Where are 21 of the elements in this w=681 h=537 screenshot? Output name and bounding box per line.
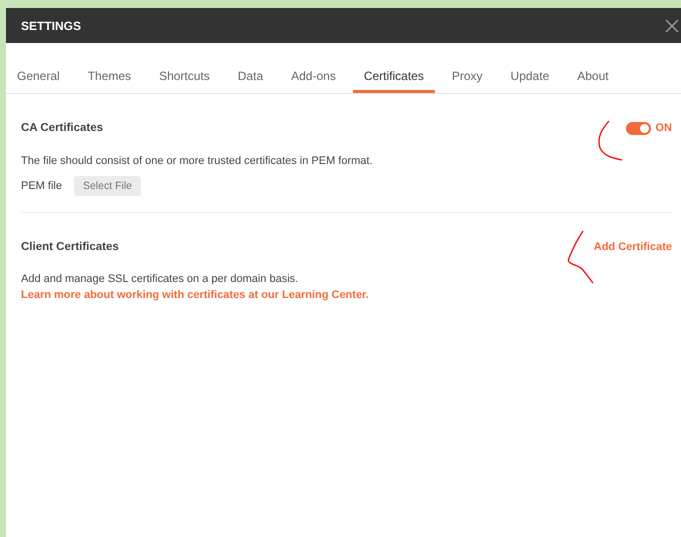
select-file-button[interactable]: Select File bbox=[74, 176, 141, 196]
add-certificate-link[interactable]: Add Certificate bbox=[594, 241, 672, 253]
tab[interactable]: Update bbox=[500, 63, 560, 93]
description: The file should consist of one or more trusted certificates in PEM format. bbox=[21, 155, 374, 167]
tab[interactable]: Add-ons bbox=[280, 63, 347, 93]
tab[interactable]: Proxy bbox=[440, 63, 494, 93]
close-icon[interactable] bbox=[665, 18, 679, 32]
field-label: PEM file bbox=[21, 180, 62, 192]
toggle-switch[interactable] bbox=[626, 122, 650, 134]
description: Add and manage SSL certificates on a per domain basis. bbox=[21, 273, 300, 285]
tab[interactable]: About bbox=[566, 63, 620, 93]
tab[interactable]: Data bbox=[226, 63, 274, 93]
tab[interactable]: General bbox=[6, 63, 71, 93]
section-title: CA Certificates bbox=[21, 122, 104, 134]
window-title: SETTINGS bbox=[21, 18, 82, 32]
tab[interactable]: Themes bbox=[76, 63, 142, 93]
learning-center-link[interactable]: Learn more about working with certificates at our Learning Center. bbox=[21, 289, 369, 301]
toggle-label: ON bbox=[656, 122, 672, 134]
tab[interactable]: Certificates bbox=[352, 63, 435, 93]
tab[interactable]: Shortcuts bbox=[148, 63, 221, 93]
section-title: Client Certificates bbox=[21, 241, 119, 253]
